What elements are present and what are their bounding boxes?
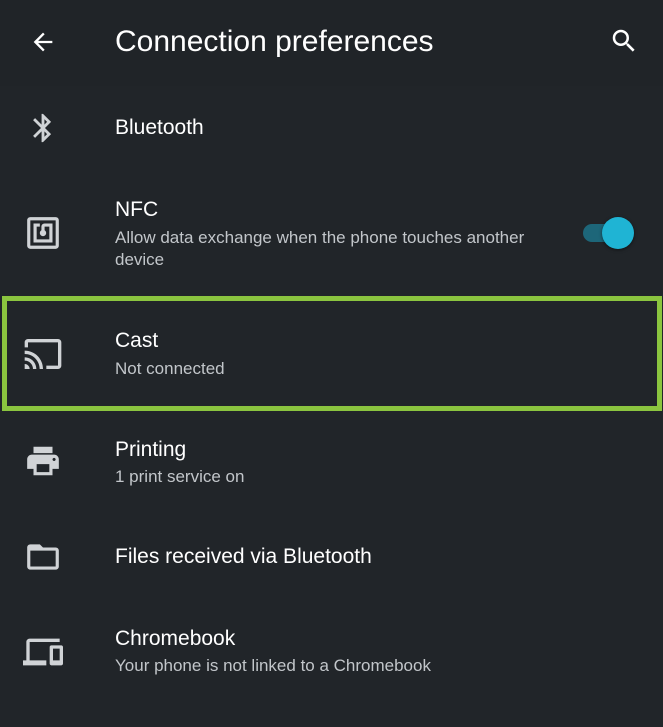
printer-icon [18,436,68,486]
nfc-toggle[interactable] [578,212,638,252]
nfc-icon [18,208,68,258]
arrow-back-icon [33,32,53,52]
cast-title: Cast [115,329,159,352]
devices-icon [18,627,68,677]
bluetooth-icon [18,103,68,153]
files-title: Files received via Bluetooth [115,545,372,568]
cast-icon [18,329,68,379]
chromebook-row[interactable]: Chromebook Your phone is not linked to a… [0,605,663,705]
bluetooth-title: Bluetooth [115,116,204,139]
bluetooth-row[interactable]: Bluetooth [0,86,663,172]
search-button[interactable] [600,18,648,64]
printing-title: Printing [115,438,187,461]
app-bar: Connection preferences [0,0,663,86]
chromebook-title: Chromebook [115,627,236,650]
nfc-summary: Allow data exchange when the phone touch… [115,228,525,269]
chromebook-summary: Your phone is not linked to a Chromebook [115,656,431,675]
printing-summary: 1 print service on [115,467,245,486]
cast-summary: Not connected [115,359,225,378]
nfc-row[interactable]: NFC Allow data exchange when the phone t… [0,172,663,286]
files-row[interactable]: Files received via Bluetooth [0,510,663,605]
printing-row[interactable]: Printing 1 print service on [0,410,663,510]
nfc-title: NFC [115,198,159,221]
page-title: Connection preferences [115,25,434,58]
cast-row[interactable]: Cast Not connected [0,296,663,410]
search-icon [612,29,635,52]
toggle-thumb [602,217,634,249]
folder-icon [18,532,68,582]
back-button[interactable] [20,20,66,64]
